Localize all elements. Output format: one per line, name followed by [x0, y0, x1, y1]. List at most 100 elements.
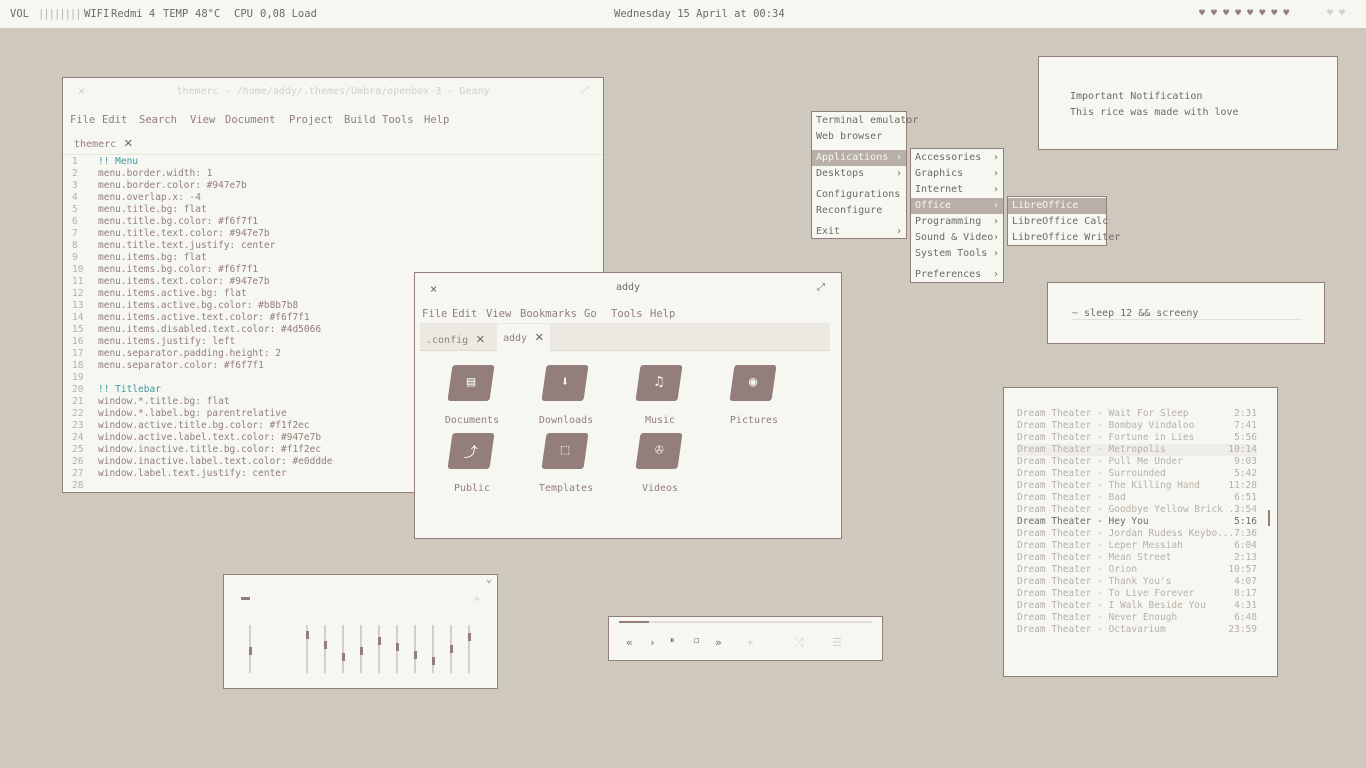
preset-toggle[interactable] — [241, 597, 250, 600]
pause-button[interactable]: ⏸ — [670, 636, 675, 646]
menu-file[interactable]: File — [70, 114, 95, 126]
playlist-item[interactable]: Dream Theater - Wait For Sleep 2:31 — [1017, 408, 1257, 420]
menu-item-configurations[interactable]: Configurations — [812, 187, 906, 203]
playlist-item[interactable]: Dream Theater - Leper Messiah 6:04 — [1017, 540, 1257, 552]
menu-item-libreoffice-writer[interactable]: LibreOffice Writer — [1008, 230, 1120, 246]
eq-band-knob[interactable] — [395, 643, 399, 651]
menu-project[interactable]: Project — [289, 114, 333, 126]
menu-edit[interactable]: Edit — [452, 308, 477, 320]
playlist-item[interactable]: Dream Theater - Never Enough 6:48 — [1017, 612, 1257, 624]
eq-band-slider[interactable] — [248, 625, 252, 673]
playlist-item[interactable]: Dream Theater - Metropolis 10:14 — [1017, 444, 1257, 456]
stop-button[interactable]: ◻ — [694, 636, 699, 646]
menu-build[interactable]: Build — [344, 114, 376, 126]
eq-band-knob[interactable] — [323, 641, 327, 649]
eq-band-slider[interactable] — [359, 625, 363, 673]
playlist-item[interactable]: Dream Theater - Goodbye Yellow Brick ...… — [1017, 504, 1257, 516]
playlist-item[interactable]: Dream Theater - I Walk Beside You 4:31 — [1017, 600, 1257, 612]
menu-help[interactable]: Help — [650, 308, 675, 320]
menu-item-graphics[interactable]: Graphics › — [911, 166, 1003, 182]
eq-band-slider[interactable] — [395, 625, 399, 673]
eq-band-slider[interactable] — [449, 625, 453, 673]
menu-bookmarks[interactable]: Bookmarks — [520, 308, 577, 320]
shuffle-button[interactable]: ⤮ — [795, 636, 804, 650]
menu-document[interactable]: Document — [225, 114, 276, 126]
notification-popup[interactable]: Important Notification This rice was mad… — [1038, 56, 1338, 150]
playlist-item[interactable]: Dream Theater - Octavarium 23:59 — [1017, 624, 1257, 636]
next-button[interactable]: » — [715, 636, 722, 649]
playlist-item[interactable]: Dream Theater - Orion 10:57 — [1017, 564, 1257, 576]
menu-search[interactable]: Search — [139, 114, 177, 126]
playlist-item[interactable]: Dream Theater - Jordan Rudess Keybo... 7:… — [1017, 528, 1257, 540]
menu-item-terminal-emulator[interactable]: Terminal emulator — [812, 113, 918, 129]
menu-item-programming[interactable]: Programming › — [911, 214, 1003, 230]
eq-band-knob[interactable] — [248, 647, 252, 655]
eq-band-knob[interactable] — [341, 653, 345, 661]
menu-file[interactable]: File — [422, 308, 447, 320]
tab-config[interactable]: .config ✕ — [426, 327, 485, 351]
menu-item-internet[interactable]: Internet › — [911, 182, 1003, 198]
eq-band-knob[interactable] — [431, 657, 435, 665]
playlist-item[interactable]: Dream Theater - Bombay Vindaloo 7:41 — [1017, 420, 1257, 432]
playlist-item[interactable]: Dream Theater - Thank You's 4:07 — [1017, 576, 1257, 588]
menu-view[interactable]: View — [486, 308, 511, 320]
eq-band-slider[interactable] — [305, 625, 309, 673]
eq-band-slider[interactable] — [323, 625, 327, 673]
add-preset-icon[interactable]: + — [474, 594, 480, 605]
tab-addy[interactable]: addy ✕ — [497, 324, 550, 351]
geany-titlebar[interactable]: × themerc - /home/addy/.themes/Umbra/ope… — [63, 78, 603, 104]
eq-band-knob[interactable] — [449, 645, 453, 653]
menu-help[interactable]: Help — [424, 114, 449, 126]
playlist-button[interactable]: ☰ — [832, 636, 842, 649]
eq-band-knob[interactable] — [377, 637, 381, 645]
volume-meter[interactable]: |||||||| — [38, 8, 82, 20]
playlist-item[interactable]: Dream Theater - Surrounded 5:42 — [1017, 468, 1257, 480]
playlist-scrollbar[interactable] — [1268, 510, 1270, 526]
eq-band-slider[interactable] — [377, 625, 381, 673]
menu-item-applications[interactable]: Applications › — [812, 150, 906, 166]
menu-tools[interactable]: Tools — [382, 114, 414, 126]
menu-item-reconfigure[interactable]: Reconfigure — [812, 203, 906, 219]
eq-band-knob[interactable] — [413, 651, 417, 659]
menu-item-sound-video[interactable]: Sound & Video › — [911, 230, 1003, 246]
menu-item-desktops[interactable]: Desktops › — [812, 166, 906, 182]
chevron-down-icon[interactable]: ⌄ — [486, 574, 492, 585]
eq-band-slider[interactable] — [413, 625, 417, 673]
playlist-item[interactable]: Dream Theater - The Killing Hand 11:28 — [1017, 480, 1257, 492]
menu-item-office[interactable]: Office › — [911, 198, 1003, 214]
eq-band-slider[interactable] — [431, 625, 435, 673]
menu-go[interactable]: Go — [584, 308, 597, 320]
playlist-item[interactable]: Dream Theater - Bad 6:51 — [1017, 492, 1257, 504]
menu-view[interactable]: View — [190, 114, 215, 126]
eq-band-slider[interactable] — [467, 625, 471, 673]
playlist-item[interactable]: Dream Theater - Pull Me Under 9:03 — [1017, 456, 1257, 468]
terminal-window[interactable]: ~ sleep 12 && screeny — [1047, 282, 1325, 344]
eq-band-knob[interactable] — [359, 647, 363, 655]
eq-band-knob[interactable] — [467, 633, 471, 641]
close-icon[interactable]: ✕ — [124, 131, 132, 155]
seek-track[interactable] — [619, 621, 872, 623]
add-button[interactable]: + — [747, 636, 754, 649]
eq-band-slider[interactable] — [341, 625, 345, 673]
playlist-item[interactable]: Dream Theater - Fortune in Lies 5:56 — [1017, 432, 1257, 444]
previous-button[interactable]: « — [626, 636, 633, 649]
menu-item-libreoffice[interactable]: LibreOffice — [1008, 198, 1106, 214]
menu-item-exit[interactable]: Exit › — [812, 224, 906, 240]
maximize-icon[interactable]: ⤢ — [581, 85, 589, 96]
close-icon[interactable]: ✕ — [476, 327, 484, 351]
tab-themerc[interactable]: themerc ✕ — [68, 131, 139, 155]
menu-item-preferences[interactable]: Preferences › — [911, 267, 1003, 283]
eq-band-knob[interactable] — [305, 631, 309, 639]
menu-item-accessories[interactable]: Accessories › — [911, 150, 1003, 166]
menu-item-system-tools[interactable]: System Tools › — [911, 246, 1003, 262]
menu-item-web-browser[interactable]: Web browser — [812, 129, 906, 145]
close-icon[interactable]: ✕ — [535, 324, 543, 351]
play-button[interactable]: › — [649, 636, 656, 649]
menu-edit[interactable]: Edit — [102, 114, 127, 126]
menu-item-libreoffice-calc[interactable]: LibreOffice Calc — [1008, 214, 1108, 230]
maximize-icon[interactable]: ⤢ — [817, 282, 825, 293]
playlist-item[interactable]: Dream Theater - Hey You 5:16 — [1017, 516, 1257, 528]
playlist-item[interactable]: Dream Theater - Mean Street 2:13 — [1017, 552, 1257, 564]
playlist-item[interactable]: Dream Theater - To Live Forever 8:17 — [1017, 588, 1257, 600]
menu-tools[interactable]: Tools — [611, 308, 643, 320]
